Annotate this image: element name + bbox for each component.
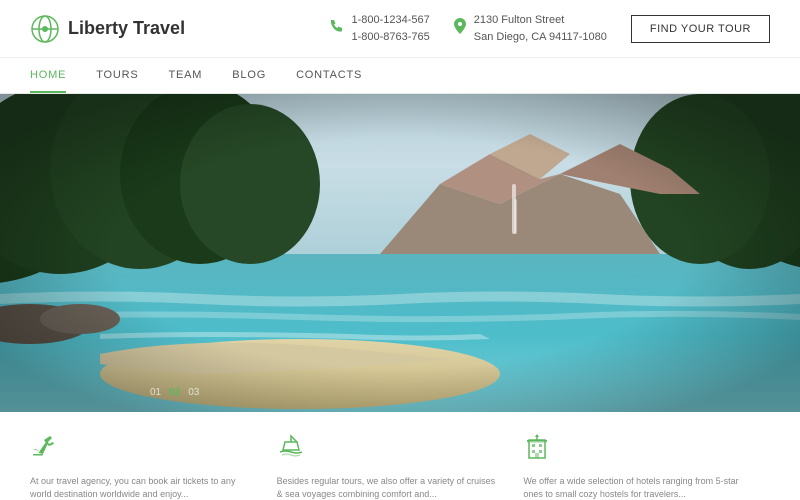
logo-icon xyxy=(30,14,60,44)
main-nav: HOME TOURS TEAM BLOG CONTACTS xyxy=(0,58,800,94)
brand-name: Liberty Travel xyxy=(68,18,185,39)
site-header: Liberty Travel 1-800-1234-567 1-800-8763… xyxy=(0,0,800,58)
features-section: At our travel agency, you can book air t… xyxy=(0,412,800,500)
hero-image xyxy=(0,94,800,412)
slide-dot-1[interactable]: 01 xyxy=(150,387,161,398)
location-icon xyxy=(454,18,466,39)
slide-dot-3[interactable]: 03 xyxy=(188,387,199,398)
cruises-description: Besides regular tours, we also offer a v… xyxy=(277,475,504,500)
flights-icon xyxy=(30,432,58,467)
phone-contact: 1-800-1234-567 1-800-8763-765 xyxy=(329,12,429,45)
phone-icon xyxy=(329,19,343,38)
cruises-icon xyxy=(277,432,305,467)
feature-cruises: Besides regular tours, we also offer a v… xyxy=(277,432,524,500)
hotels-icon xyxy=(523,432,551,467)
nav-item-team[interactable]: TEAM xyxy=(169,59,203,93)
find-tour-button[interactable]: FIND YOUR TOUR xyxy=(631,15,770,43)
flights-description: At our travel agency, you can book air t… xyxy=(30,475,257,500)
hotels-description: We offer a wide selection of hotels rang… xyxy=(523,475,750,500)
feature-hotels: We offer a wide selection of hotels rang… xyxy=(523,432,770,500)
phone-numbers: 1-800-1234-567 1-800-8763-765 xyxy=(351,12,429,45)
feature-flights: At our travel agency, you can book air t… xyxy=(30,432,277,500)
address-text: 2130 Fulton Street San Diego, CA 94117-1… xyxy=(474,12,607,45)
hero-section: 01 02 03 xyxy=(0,94,800,412)
nav-item-home[interactable]: HOME xyxy=(30,59,66,93)
nav-item-contacts[interactable]: CONTACTS xyxy=(296,59,362,93)
slide-dot-2[interactable]: 02 xyxy=(169,387,180,398)
nav-item-blog[interactable]: BLOG xyxy=(232,59,266,93)
address-contact: 2130 Fulton Street San Diego, CA 94117-1… xyxy=(454,12,607,45)
nav-item-tours[interactable]: TOURS xyxy=(96,59,138,93)
logo[interactable]: Liberty Travel xyxy=(30,14,185,44)
contact-info: 1-800-1234-567 1-800-8763-765 2130 Fulto… xyxy=(329,12,770,45)
slide-indicators: 01 02 03 xyxy=(150,387,199,398)
